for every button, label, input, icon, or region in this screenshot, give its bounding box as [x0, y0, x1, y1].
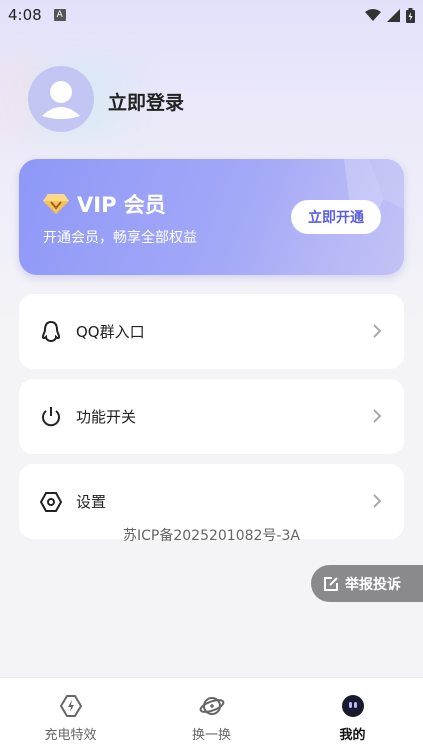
edit-icon — [324, 576, 338, 591]
qq-penguin-icon — [41, 320, 61, 343]
tab-charging-effects[interactable]: 充电特效 — [0, 678, 141, 753]
chevron-right-icon — [373, 409, 382, 423]
menu-item-label: 设置 — [76, 493, 107, 511]
status-bar: 4:08 A — [0, 0, 423, 30]
wifi-icon — [365, 8, 381, 21]
vip-subtitle: 开通会员，畅享全部权益 — [43, 230, 197, 246]
diamond-icon — [43, 194, 69, 214]
power-icon — [42, 407, 60, 427]
charging-bolt-icon — [59, 695, 82, 717]
report-button[interactable]: 举报投诉 — [311, 565, 423, 602]
menu-item-feature-toggle[interactable]: 功能开关 — [19, 379, 404, 454]
status-time: 4:08 — [8, 6, 42, 24]
chevron-right-icon — [373, 324, 382, 338]
menu-item-label: 功能开关 — [76, 408, 137, 426]
menu-item-label: QQ群入口 — [76, 323, 145, 341]
tab-label: 换一换 — [191, 728, 231, 743]
profile-face-icon — [341, 695, 364, 717]
vip-title: VIP 会员 — [77, 193, 166, 217]
user-icon — [42, 81, 80, 119]
battery-icon — [406, 7, 415, 23]
signal-icon — [387, 8, 400, 22]
tab-label: 我的 — [339, 728, 366, 743]
planet-icon — [199, 697, 224, 715]
bottom-tab-bar: 充电特效 换一换 我的 — [0, 677, 423, 753]
status-icons — [365, 7, 415, 23]
login-link[interactable]: 立即登录 — [108, 88, 184, 115]
icp-filing-text[interactable]: 苏ICP备2025201082号-3A — [0, 525, 423, 545]
notification-badge: A — [53, 9, 66, 21]
avatar[interactable] — [28, 66, 94, 132]
open-vip-button[interactable]: 立即开通 — [291, 200, 381, 234]
tab-label: 充电特效 — [44, 728, 97, 743]
menu-item-qq-group[interactable]: QQ群入口 — [19, 294, 404, 369]
tab-mine[interactable]: 我的 — [282, 678, 423, 753]
chevron-right-icon — [373, 494, 382, 508]
report-label: 举报投诉 — [345, 576, 401, 593]
tab-switch[interactable]: 换一换 — [141, 678, 282, 753]
settings-hexagon-icon — [39, 492, 63, 512]
vip-card[interactable]: VIP 会员 开通会员，畅享全部权益 立即开通 — [19, 159, 404, 275]
